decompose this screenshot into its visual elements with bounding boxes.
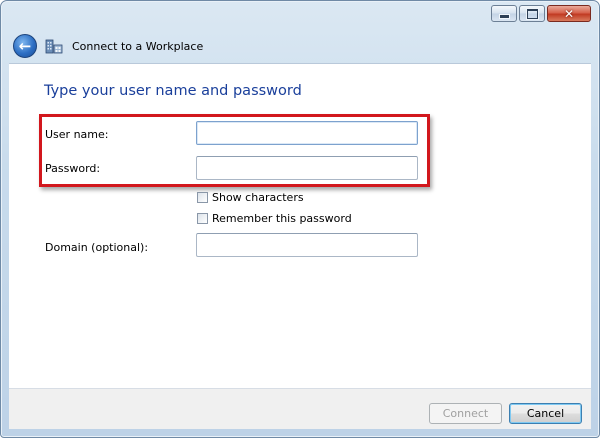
- show-characters-label: Show characters: [212, 191, 304, 204]
- wizard-header: ← Connect to a Workplace: [9, 31, 591, 61]
- domain-input[interactable]: [196, 233, 418, 257]
- cancel-button[interactable]: Cancel: [509, 403, 582, 424]
- show-characters-checkbox[interactable]: [197, 192, 208, 203]
- minimize-button[interactable]: [491, 5, 517, 22]
- wizard-footer: Connect Cancel: [9, 388, 591, 429]
- remember-password-row[interactable]: Remember this password: [197, 212, 352, 225]
- dialog-window: ✕ ← Connect to a Workplace Type your use…: [0, 0, 600, 438]
- username-input[interactable]: [196, 121, 418, 145]
- window-title: Connect to a Workplace: [72, 39, 204, 53]
- remember-password-checkbox[interactable]: [197, 213, 208, 224]
- password-input[interactable]: [196, 156, 418, 180]
- domain-label: Domain (optional):: [45, 241, 149, 254]
- remember-password-label: Remember this password: [212, 212, 352, 225]
- wizard-content: Type your user name and password User na…: [9, 63, 591, 389]
- password-label: Password:: [45, 162, 101, 175]
- workplace-network-icon: [45, 39, 63, 54]
- close-icon: ✕: [563, 6, 575, 21]
- maximize-button[interactable]: [519, 5, 545, 22]
- connect-button[interactable]: Connect: [429, 403, 502, 424]
- close-button[interactable]: ✕: [547, 5, 591, 22]
- back-button[interactable]: ←: [13, 34, 37, 58]
- back-arrow-icon: ←: [18, 37, 32, 55]
- username-label: User name:: [45, 128, 109, 141]
- page-heading: Type your user name and password: [44, 83, 302, 99]
- maximize-icon: [526, 8, 538, 19]
- caption-buttons: ✕: [491, 5, 591, 22]
- show-characters-row[interactable]: Show characters: [197, 191, 304, 204]
- minimize-icon: [498, 13, 510, 19]
